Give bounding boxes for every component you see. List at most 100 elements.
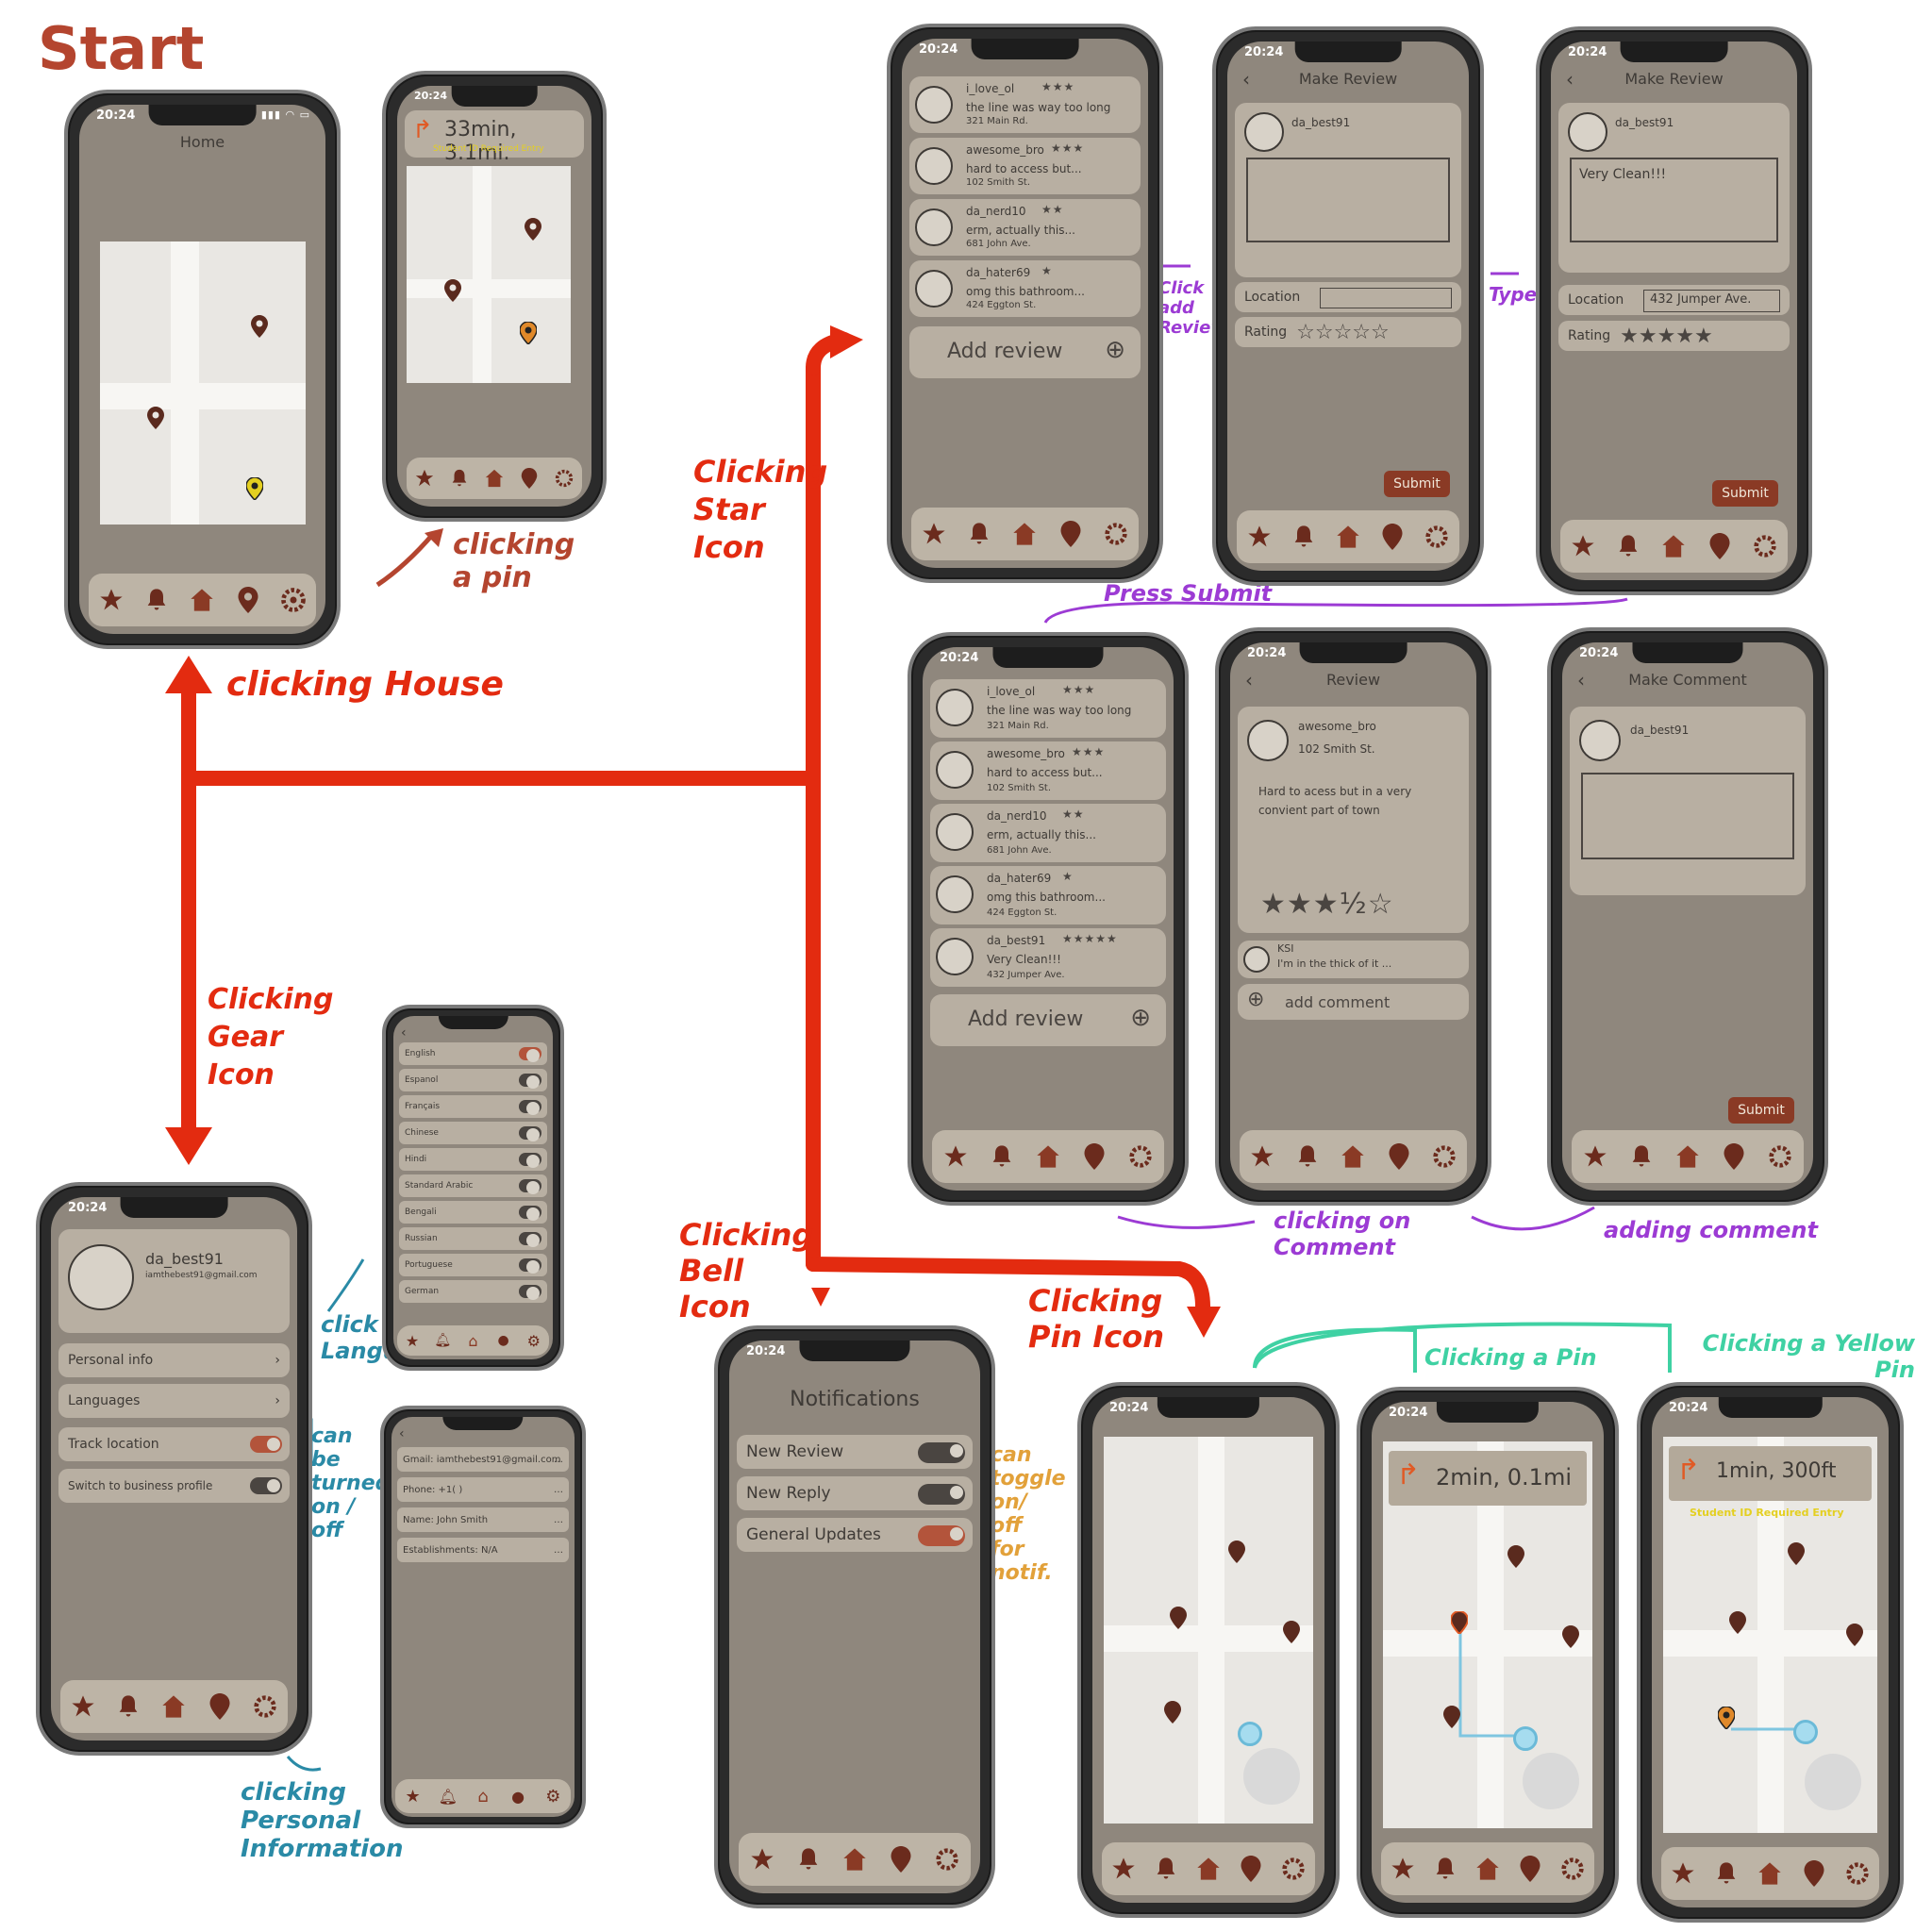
pin-icon[interactable] xyxy=(1788,1542,1805,1565)
review-card[interactable]: awesome_bro ★★★ hard to access but... 10… xyxy=(930,741,1166,800)
language-row[interactable]: Bengali xyxy=(399,1201,547,1224)
star-icon[interactable] xyxy=(1569,532,1597,560)
add-comment-button[interactable]: ⊕ add comment xyxy=(1238,984,1469,1020)
gear-icon[interactable] xyxy=(550,464,578,492)
gear-icon[interactable] xyxy=(251,1692,279,1721)
pin-icon[interactable] xyxy=(1378,523,1407,551)
new-review-toggle[interactable] xyxy=(918,1442,965,1463)
gear-icon[interactable] xyxy=(1126,1142,1155,1171)
language-row[interactable]: Hindi xyxy=(399,1148,547,1171)
gear-icon[interactable] xyxy=(279,586,308,614)
pin-icon[interactable] xyxy=(1720,1142,1748,1171)
language-row[interactable]: Français xyxy=(399,1095,547,1118)
pin-icon[interactable] xyxy=(1800,1859,1828,1888)
yellow-pin-icon[interactable] xyxy=(246,477,263,500)
pin-icon[interactable] xyxy=(1228,1541,1245,1563)
pin-icon[interactable] xyxy=(1516,1855,1544,1883)
pin-icon[interactable]: ● xyxy=(490,1326,518,1355)
bell-icon[interactable] xyxy=(1627,1142,1656,1171)
language-toggle[interactable] xyxy=(519,1179,541,1194)
house-icon[interactable]: ⌂ xyxy=(469,1782,497,1810)
pin-icon[interactable] xyxy=(1729,1611,1746,1634)
pin-icon[interactable] xyxy=(1080,1142,1108,1171)
pin-icon[interactable]: ● xyxy=(504,1782,532,1810)
bell-icon[interactable] xyxy=(142,586,171,614)
submit-button[interactable]: Submit xyxy=(1728,1097,1794,1124)
language-row[interactable]: Chinese xyxy=(399,1122,547,1144)
star-icon[interactable] xyxy=(941,1142,970,1171)
language-toggle[interactable] xyxy=(519,1074,541,1089)
language-row[interactable]: Russian xyxy=(399,1227,547,1250)
language-toggle[interactable] xyxy=(519,1126,541,1141)
gear-icon[interactable] xyxy=(1279,1855,1307,1883)
gear-icon[interactable]: ⚙ xyxy=(520,1326,548,1355)
gear-icon[interactable] xyxy=(1423,523,1451,551)
review-textbox[interactable]: Very Clean!!! xyxy=(1570,158,1778,242)
yellow-pin-icon[interactable] xyxy=(1718,1707,1735,1729)
language-row[interactable]: Portuguese xyxy=(399,1254,547,1276)
add-review-button[interactable]: Add review ⊕ xyxy=(909,326,1141,378)
language-toggle[interactable] xyxy=(519,1047,541,1062)
language-toggle[interactable] xyxy=(519,1232,541,1247)
star-icon[interactable] xyxy=(1389,1855,1417,1883)
submit-button[interactable]: Submit xyxy=(1712,480,1778,507)
gear-icon[interactable] xyxy=(1766,1142,1794,1171)
star-icon[interactable] xyxy=(1109,1855,1138,1883)
bell-icon[interactable] xyxy=(1293,1142,1322,1171)
house-icon[interactable] xyxy=(188,586,216,614)
star-icon[interactable] xyxy=(1669,1859,1697,1888)
language-toggle[interactable] xyxy=(519,1285,541,1300)
star-icon[interactable] xyxy=(97,586,125,614)
gear-icon[interactable] xyxy=(1751,532,1779,560)
star-icon[interactable] xyxy=(1581,1142,1609,1171)
business-profile-toggle[interactable] xyxy=(250,1477,282,1494)
location-input[interactable]: 432 Jumper Ave. xyxy=(1643,290,1780,312)
house-icon[interactable] xyxy=(1674,1142,1702,1171)
language-row[interactable]: Standard Arabic xyxy=(399,1174,547,1197)
gear-icon[interactable] xyxy=(933,1845,961,1874)
pin-icon[interactable] xyxy=(525,218,541,241)
star-icon[interactable] xyxy=(748,1845,776,1874)
star-icon[interactable]: ★ xyxy=(398,1326,426,1355)
language-toggle[interactable] xyxy=(519,1100,541,1115)
star-icon[interactable] xyxy=(920,520,948,548)
rating-stars[interactable]: ☆☆☆☆☆ xyxy=(1296,321,1390,344)
personal-info-row[interactable]: Gmail: iamthebest91@gmail.com… xyxy=(397,1447,569,1472)
star-icon[interactable] xyxy=(1248,1142,1276,1171)
pin-icon[interactable] xyxy=(1385,1142,1413,1171)
language-row[interactable]: German xyxy=(399,1280,547,1303)
language-toggle[interactable] xyxy=(519,1153,541,1168)
language-toggle[interactable] xyxy=(519,1258,541,1274)
house-icon[interactable] xyxy=(1659,532,1688,560)
personal-info-row[interactable]: Name: John Smith… xyxy=(397,1507,569,1532)
bell-icon[interactable] xyxy=(988,1142,1016,1171)
house-icon[interactable] xyxy=(1034,1142,1062,1171)
pin-icon[interactable] xyxy=(1170,1607,1187,1629)
pin-icon[interactable] xyxy=(1164,1701,1181,1724)
house-icon[interactable] xyxy=(1194,1855,1223,1883)
submit-button[interactable]: Submit xyxy=(1384,471,1450,497)
house-icon[interactable]: ⌂ xyxy=(458,1326,487,1355)
house-icon[interactable] xyxy=(1756,1859,1784,1888)
comment-row[interactable]: KSI I'm in the thick of it ... xyxy=(1238,941,1469,978)
house-icon[interactable] xyxy=(1334,523,1362,551)
location-input[interactable] xyxy=(1320,288,1452,308)
review-card[interactable]: da_nerd10 ★★ erm, actually this... 681 J… xyxy=(909,199,1141,256)
bell-icon[interactable]: 🔔︎ xyxy=(434,1782,462,1810)
review-card[interactable]: i_love_ol ★★★ the line was way too long … xyxy=(909,76,1141,133)
pin-icon[interactable] xyxy=(1057,520,1085,548)
pin-icon[interactable] xyxy=(251,315,268,338)
new-reply-toggle[interactable] xyxy=(918,1484,965,1505)
bell-icon[interactable] xyxy=(114,1692,142,1721)
review-card[interactable]: da_hater69 ★ omg this bathroom... 424 Eg… xyxy=(930,866,1166,924)
map[interactable] xyxy=(407,166,571,383)
personal-info-row[interactable]: Phone: +1( )… xyxy=(397,1477,569,1502)
review-card[interactable]: i_love_ol ★★★ the line was way too long … xyxy=(930,679,1166,738)
languages-row[interactable]: Languages › xyxy=(58,1384,290,1418)
gear-icon[interactable] xyxy=(1430,1142,1458,1171)
yellow-pin-icon[interactable] xyxy=(520,322,537,344)
bell-icon[interactable] xyxy=(1614,532,1642,560)
star-icon[interactable] xyxy=(69,1692,97,1721)
star-icon[interactable] xyxy=(410,464,439,492)
house-icon[interactable] xyxy=(841,1845,869,1874)
